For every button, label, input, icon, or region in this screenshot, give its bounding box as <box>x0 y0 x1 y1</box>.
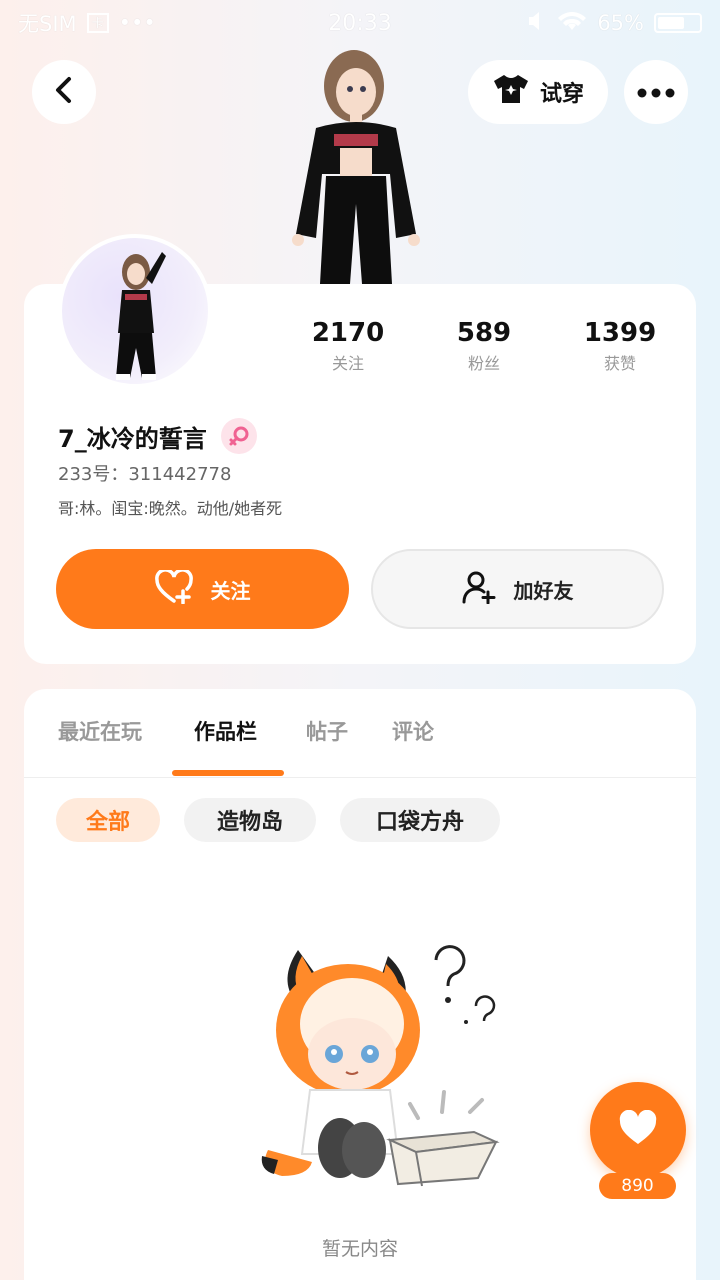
tab-posts[interactable]: 帖子 <box>306 716 348 746</box>
tshirt-icon <box>492 73 530 111</box>
tab-indicator <box>172 770 284 776</box>
chip-creation-island[interactable]: 造物岛 <box>184 798 316 842</box>
stat-fans-value: 589 <box>456 318 512 348</box>
female-icon <box>220 418 257 454</box>
sim-icon: 卡 <box>86 13 109 33</box>
mute-icon <box>527 10 547 37</box>
add-friend-button[interactable]: 加好友 <box>371 549 664 629</box>
status-dots: ••• <box>118 11 156 35</box>
stat-likes: 1399 获赞 <box>550 318 690 374</box>
heart-plus-icon <box>154 567 193 609</box>
username: 7_冰冷的誓言 <box>58 424 207 453</box>
wifi-icon <box>557 10 587 37</box>
back-button[interactable] <box>32 60 96 124</box>
stat-following-label: 关注 <box>331 354 364 373</box>
carrier-text: 无SIM <box>18 12 77 36</box>
stat-likes-label: 获赞 <box>603 354 636 373</box>
battery-text: 65% <box>597 11 644 35</box>
add-friend-label: 加好友 <box>513 578 574 603</box>
more-button[interactable] <box>624 60 688 124</box>
stat-likes-value: 1399 <box>583 318 657 348</box>
add-user-icon <box>462 570 496 609</box>
stat-fans-label: 粉丝 <box>467 354 500 373</box>
battery-icon <box>654 13 702 33</box>
empty-state-illustration <box>238 930 508 1190</box>
tab-divider <box>24 777 696 778</box>
avatar[interactable] <box>58 234 212 388</box>
empty-state-text: 暂无内容 <box>321 1238 398 1260</box>
follow-button[interactable]: 关注 <box>56 549 349 629</box>
tab-works[interactable]: 作品栏 <box>194 716 257 746</box>
user-id: 233号：311442778 <box>58 464 232 485</box>
username-row: 7_冰冷的誓言 <box>58 418 257 454</box>
chip-pocket-ark[interactable]: 口袋方舟 <box>340 798 500 842</box>
stat-fans[interactable]: 589 粉丝 <box>414 318 554 374</box>
stat-following-value: 2170 <box>311 318 385 348</box>
chip-all[interactable]: 全部 <box>56 798 160 842</box>
tab-recent-play[interactable]: 最近在玩 <box>58 716 142 746</box>
tab-comments[interactable]: 评论 <box>392 716 434 746</box>
heart-icon <box>618 1109 658 1150</box>
like-fab-button[interactable] <box>590 1082 686 1178</box>
try-on-label: 试穿 <box>539 82 584 107</box>
user-bio: 哥:林。闺宝:晚然。动他/她者死 <box>58 499 283 518</box>
more-dots-icon <box>637 83 675 102</box>
character-3d-model[interactable] <box>270 44 440 284</box>
follow-label: 关注 <box>210 578 251 603</box>
status-bar: 无SIM 卡 ••• 20:33 65% <box>0 0 720 46</box>
try-on-button[interactable]: 试穿 <box>468 60 608 124</box>
stat-following[interactable]: 2170 关注 <box>278 318 418 374</box>
chevron-left-icon <box>52 76 76 108</box>
like-count: 890 <box>599 1173 676 1199</box>
